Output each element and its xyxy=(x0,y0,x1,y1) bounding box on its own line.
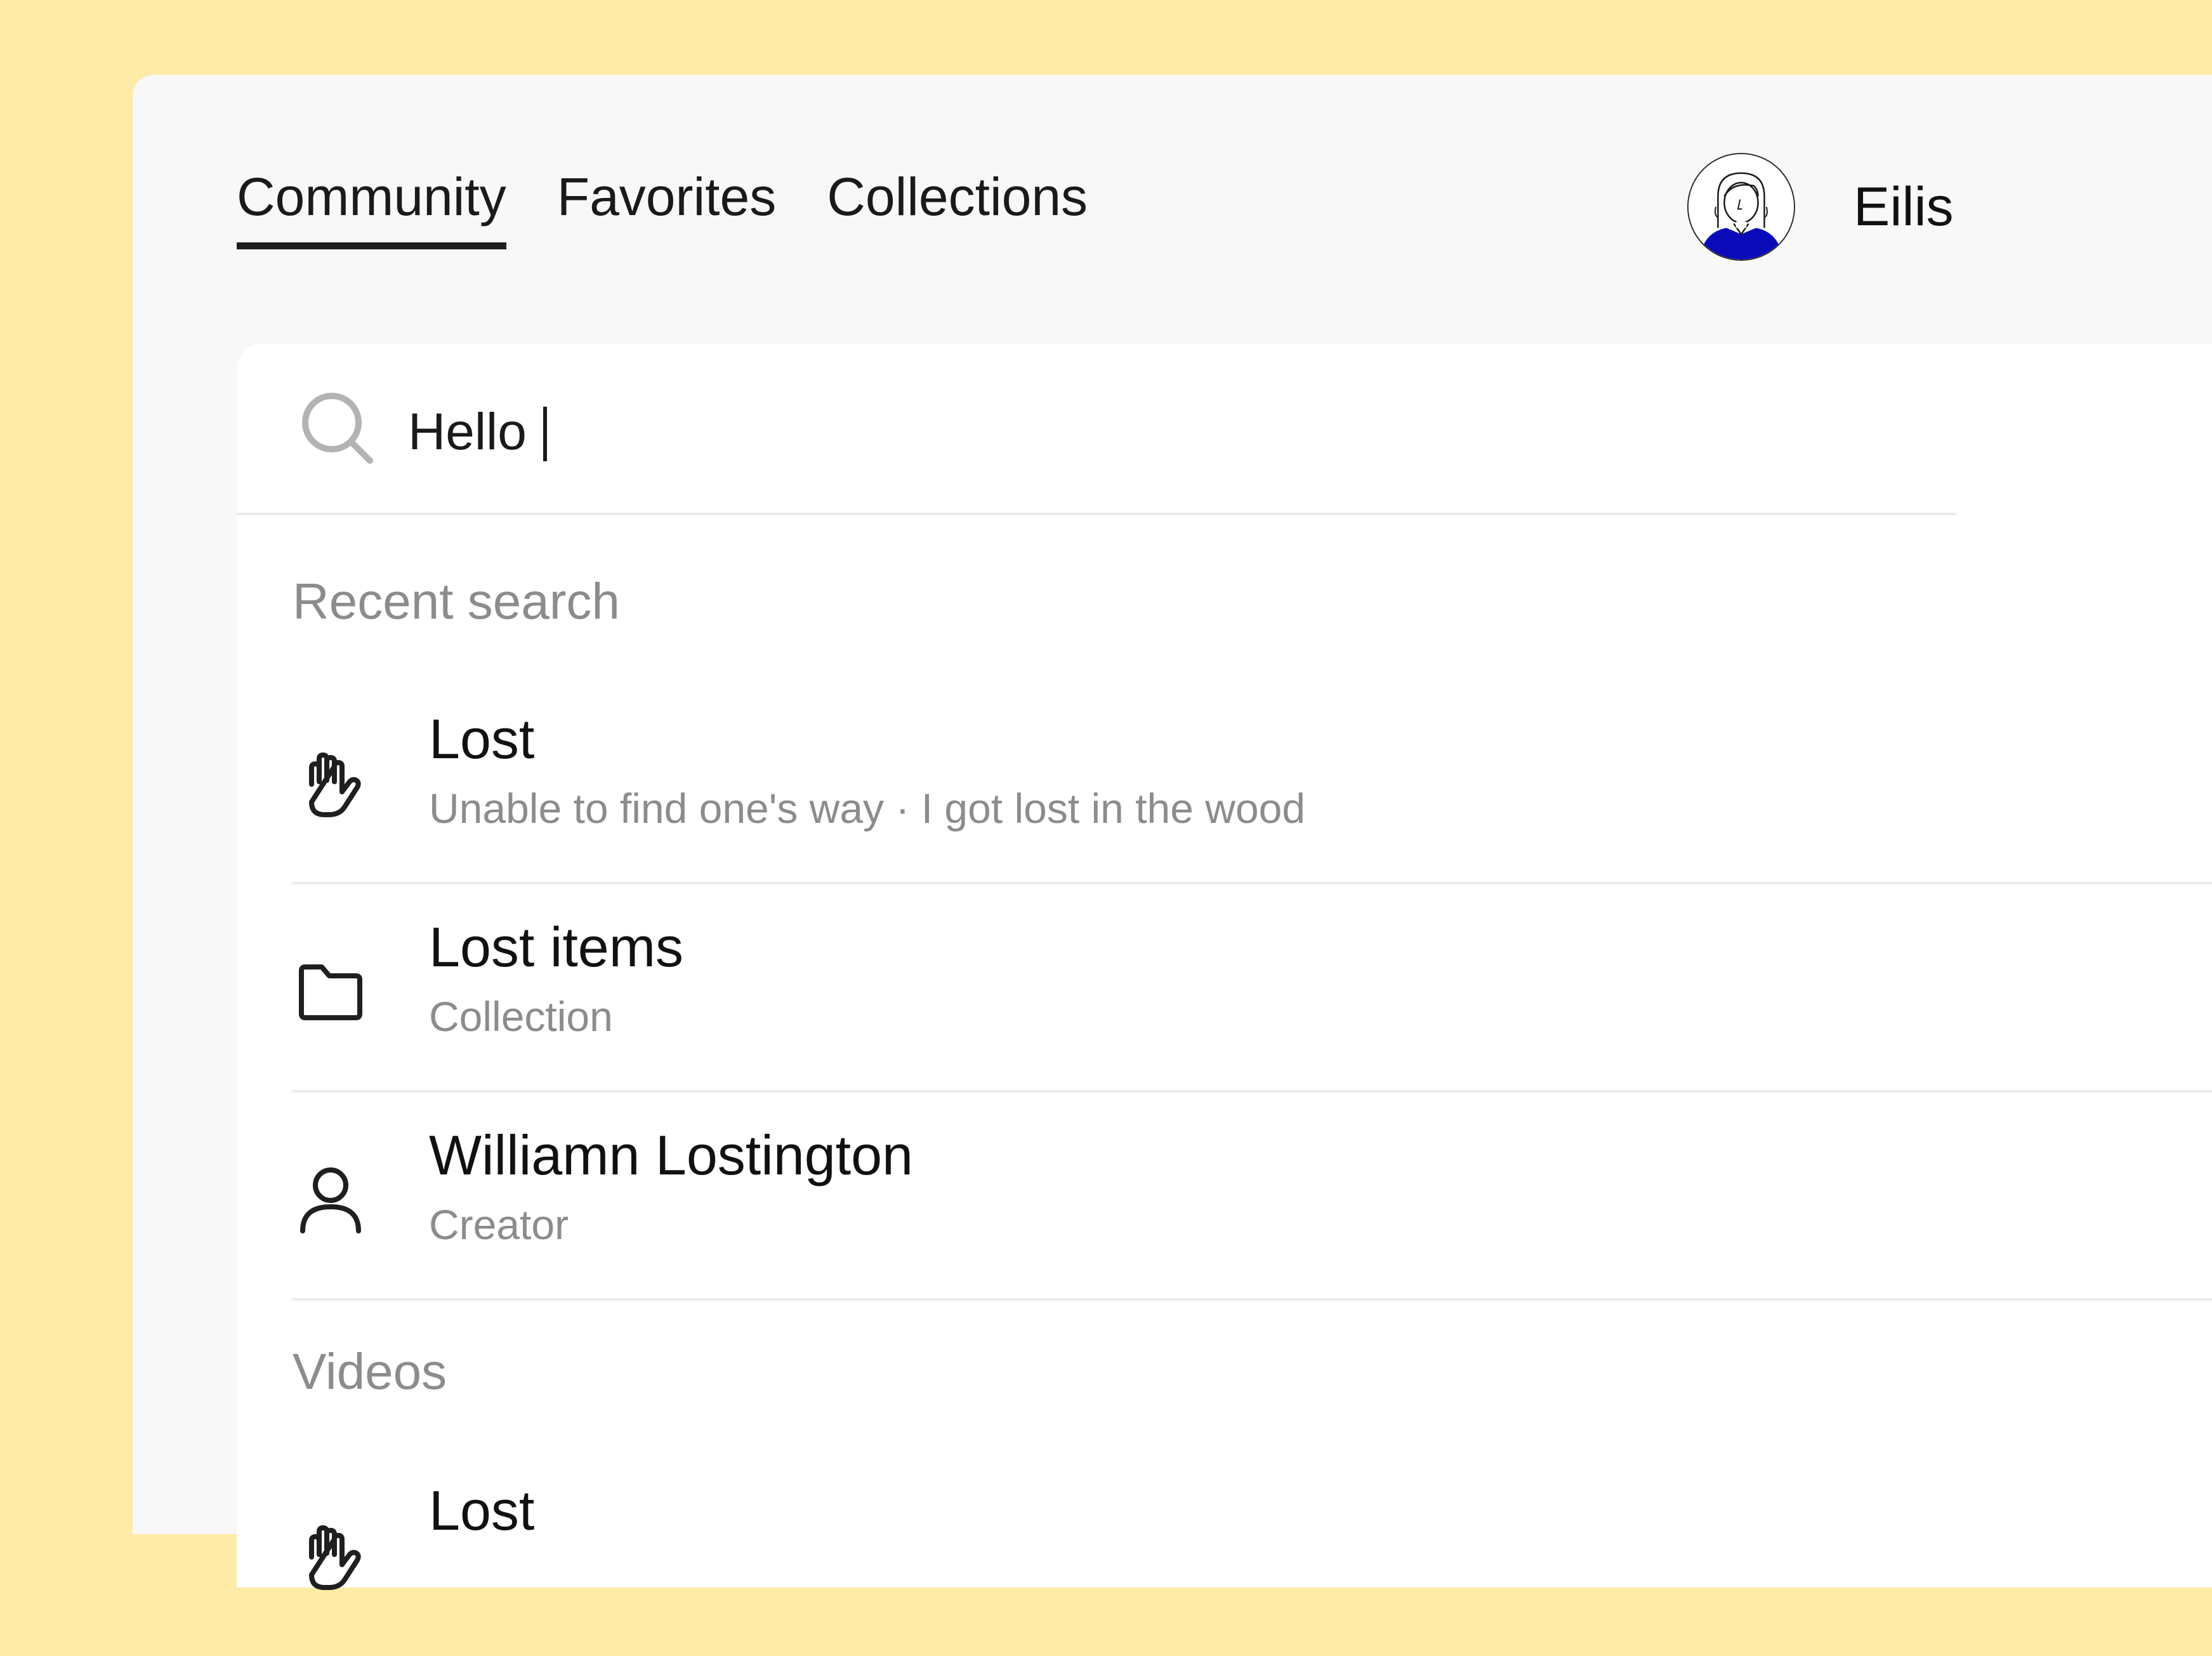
folder-icon xyxy=(299,964,362,1020)
list-item[interactable]: Williamn Lostington Creator xyxy=(293,1093,2212,1301)
text-cursor xyxy=(543,407,547,461)
username[interactable]: Eilis xyxy=(1853,176,1954,239)
item-subtitle: Unable to find one's way · I got lost in… xyxy=(429,785,1306,832)
avatar[interactable] xyxy=(1687,153,1795,261)
tab-community[interactable]: Community xyxy=(237,170,506,249)
item-title: Lost items xyxy=(429,916,684,978)
user-icon xyxy=(300,1167,361,1233)
hand-icon xyxy=(309,1525,361,1590)
item-subtitle: Creator xyxy=(429,1201,569,1248)
videos-heading: Videos xyxy=(293,1343,447,1400)
item-subtitle: Collection xyxy=(429,993,613,1040)
item-title: Lost xyxy=(429,707,535,770)
item-title: Lost xyxy=(429,1479,535,1542)
search-bar[interactable]: Hello xyxy=(237,344,1956,515)
item-title: Williamn Lostington xyxy=(429,1124,913,1186)
search-icon xyxy=(302,393,373,464)
recent-search-heading: Recent search xyxy=(293,573,620,629)
app-window: Community Favorites Collections Eilis He… xyxy=(133,75,2212,1590)
user-profile[interactable]: Eilis xyxy=(1687,153,2212,261)
search-panel: Hello Recent search Lost Unable to find … xyxy=(237,344,2212,1590)
tab-collections[interactable]: Collections xyxy=(827,170,1088,242)
list-item[interactable]: Lost Unable to find one's way · I got lo… xyxy=(293,676,2212,884)
hand-icon xyxy=(309,752,361,817)
search-input[interactable]: Hello xyxy=(408,402,527,462)
tab-favorites[interactable]: Favorites xyxy=(557,170,776,242)
list-item[interactable]: Lost xyxy=(293,1448,2212,1656)
avatar-illustration-icon xyxy=(1689,154,1794,260)
top-tabs: Community Favorites Collections xyxy=(237,170,1088,249)
list-item[interactable]: Lost items Collection xyxy=(293,884,2212,1093)
